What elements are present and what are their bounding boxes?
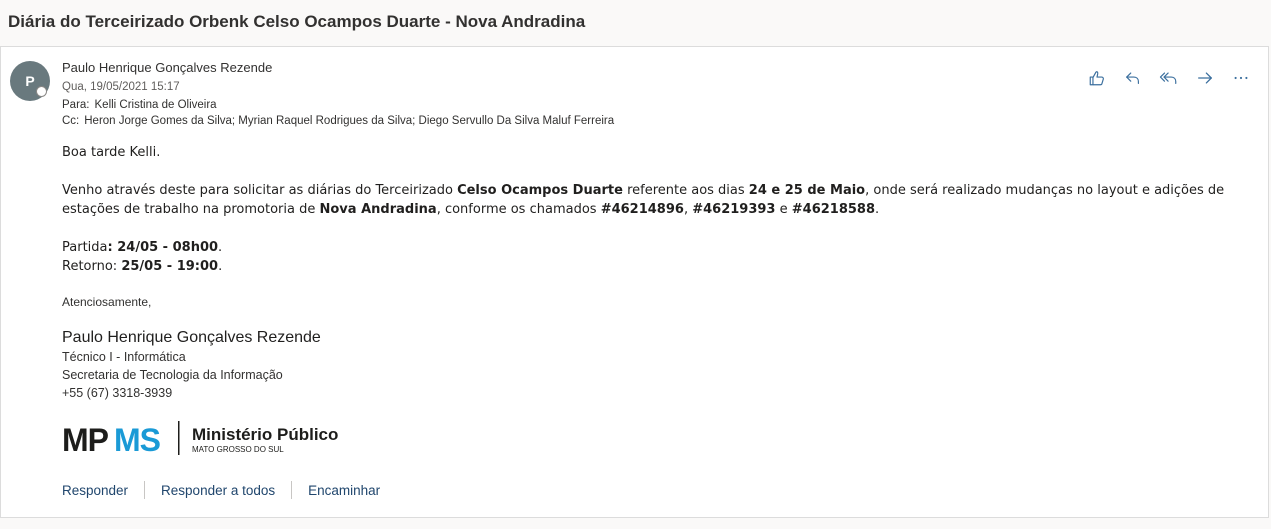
signature-name: Paulo Henrique Gonçalves Rezende [62, 329, 321, 346]
cc-recipients[interactable]: Heron Jorge Gomes da Silva; Myrian Raque… [84, 115, 614, 127]
message-body: Boa tarde Kelli. Venho através deste par… [62, 143, 1252, 276]
more-actions-button[interactable] [1228, 67, 1254, 89]
to-label: Para: [62, 99, 90, 111]
ticket-2: #46219393 [692, 202, 776, 217]
return-line: Retorno: 25/05 - 19:00. [62, 259, 223, 274]
reply-all-icon [1159, 72, 1177, 84]
presence-status-icon [36, 86, 47, 97]
sender-name[interactable]: Paulo Henrique Gonçalves Rezende [62, 60, 272, 75]
body-paragraph: Venho através deste para solicitar as di… [62, 183, 1225, 217]
signature-department: Secretaria de Tecnologia da Informação [62, 368, 283, 382]
like-button[interactable] [1084, 67, 1110, 89]
forward-button[interactable] [1192, 67, 1218, 89]
avatar-initial: P [25, 73, 35, 89]
reply-icon [1126, 72, 1139, 84]
sent-date: Qua, 19/05/2021 15:17 [62, 81, 180, 93]
footer-actions: Responder Responder a todos Encaminhar [62, 481, 380, 499]
reply-link[interactable]: Responder [62, 483, 128, 498]
svg-text:MATO GROSSO DO SUL: MATO GROSSO DO SUL [192, 445, 284, 454]
departure-line: Partida: 24/05 - 08h00. [62, 240, 223, 255]
reply-all-button[interactable] [1156, 67, 1182, 89]
thumbs-up-icon [1089, 71, 1104, 86]
divider [144, 481, 146, 499]
dates-text: 24 e 25 de Maio [748, 183, 866, 198]
ticket-1: #46214896 [600, 202, 684, 217]
cc-line: Cc: Heron Jorge Gomes da Silva; Myrian Ra… [62, 115, 614, 127]
signature-role: Técnico I - Informática [62, 350, 186, 364]
location-text: Nova Andradina [319, 202, 437, 217]
divider [291, 481, 293, 499]
forward-icon [1198, 72, 1212, 84]
more-icon [1234, 76, 1248, 80]
ticket-3: #46218588 [791, 202, 876, 217]
mpms-logo: MP MS Ministério Público MATO GROSSO DO … [62, 420, 362, 458]
email-subject: Diária do Terceirizado Orbenk Celso Ocam… [8, 12, 586, 31]
to-recipients[interactable]: Kelli Cristina de Oliveira [95, 99, 217, 111]
message-card: P Paulo Henrique Gonçalves Rezende Qua, … [0, 46, 1269, 518]
message-actions [1084, 67, 1254, 89]
reply-button[interactable] [1120, 67, 1146, 89]
to-line: Para: Kelli Cristina de Oliveira [62, 99, 217, 111]
greeting: Boa tarde Kelli. [62, 145, 161, 160]
svg-text:MP: MP [62, 422, 109, 458]
signature-phone: +55 (67) 3318-3939 [62, 386, 173, 400]
svg-text:Ministério Público: Ministério Público [192, 425, 338, 444]
cc-label: Cc: [62, 115, 80, 127]
reply-all-link[interactable]: Responder a todos [161, 483, 275, 498]
forward-link[interactable]: Encaminhar [308, 483, 380, 498]
closing: Atenciosamente, [62, 295, 152, 309]
employee-name: Celso Ocampos Duarte [457, 183, 623, 198]
svg-text:MS: MS [114, 422, 161, 458]
